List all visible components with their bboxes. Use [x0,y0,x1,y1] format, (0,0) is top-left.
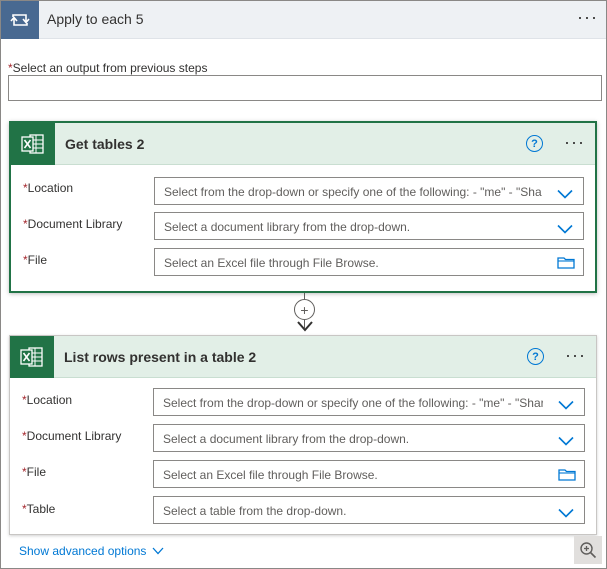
document-library-label: *Document Library [23,217,123,231]
file-picker[interactable]: Select an Excel file through File Browse… [154,248,584,276]
location-placeholder: Select from the drop-down or specify one… [164,185,542,199]
folder-icon[interactable] [558,468,576,486]
document-library-dropdown[interactable]: Select a document library from the drop-… [154,212,584,240]
prev-steps-input[interactable] [8,75,602,101]
document-library-placeholder: Select a document library from the drop-… [163,432,410,446]
chevron-down-icon[interactable] [558,433,574,451]
list-rows-title: List rows present in a table 2 [64,349,257,365]
table-placeholder: Select a table from the drop-down. [163,504,347,518]
folder-icon[interactable] [557,256,575,274]
file-picker[interactable]: Select an Excel file through File Browse… [153,460,585,488]
list-rows-header[interactable]: List rows present in a table 2 ? ··· [10,336,596,378]
flow-canvas: Apply to each 5 ··· *Select an output fr… [0,0,607,569]
apply-to-each-header[interactable]: Apply to each 5 ··· [1,1,606,39]
file-label: *File [23,253,48,267]
list-rows-more-options-button[interactable]: ··· [565,345,586,366]
location-label: *Location [23,181,74,195]
get-tables-more-options-button[interactable]: ··· [564,132,585,153]
chevron-down-icon[interactable] [558,505,574,523]
location-placeholder: Select from the drop-down or specify one… [163,396,543,410]
apply-to-each-title: Apply to each 5 [47,11,144,27]
get-tables-header[interactable]: Get tables 2 ? ··· [11,123,595,165]
location-dropdown[interactable]: Select from the drop-down or specify one… [153,388,585,416]
document-library-placeholder: Select a document library from the drop-… [164,220,411,234]
help-icon[interactable]: ? [526,135,543,152]
help-icon[interactable]: ? [527,348,544,365]
file-placeholder: Select an Excel file through File Browse… [163,468,378,482]
location-dropdown[interactable]: Select from the drop-down or specify one… [154,177,584,205]
chevron-down-icon [152,547,164,555]
chevron-down-icon[interactable] [558,397,574,415]
file-label: *File [22,465,47,479]
chevron-down-icon[interactable] [557,186,573,204]
location-label: *Location [22,393,73,407]
loop-more-options-button[interactable]: ··· [577,7,598,28]
insert-step-button[interactable]: + [294,299,315,320]
arrow-down-icon [297,321,313,332]
prev-steps-label: *Select an output from previous steps [8,61,208,75]
document-library-label: *Document Library [22,429,122,443]
get-tables-title: Get tables 2 [65,136,145,152]
chevron-down-icon[interactable] [557,221,573,239]
excel-icon [10,336,54,378]
table-dropdown[interactable]: Select a table from the drop-down. [153,496,585,524]
zoom-in-icon[interactable] [574,536,602,564]
show-advanced-options-label: Show advanced options [19,544,147,558]
file-placeholder: Select an Excel file through File Browse… [164,256,379,270]
loop-icon [1,1,39,39]
document-library-dropdown[interactable]: Select a document library from the drop-… [153,424,585,452]
get-tables-card[interactable]: Get tables 2 ? ··· *Location Select from… [9,121,597,293]
excel-icon [11,123,55,165]
table-label: *Table [22,502,56,516]
list-rows-card[interactable]: List rows present in a table 2 ? ··· *Lo… [9,335,597,535]
show-advanced-options-link[interactable]: Show advanced options [19,544,164,558]
